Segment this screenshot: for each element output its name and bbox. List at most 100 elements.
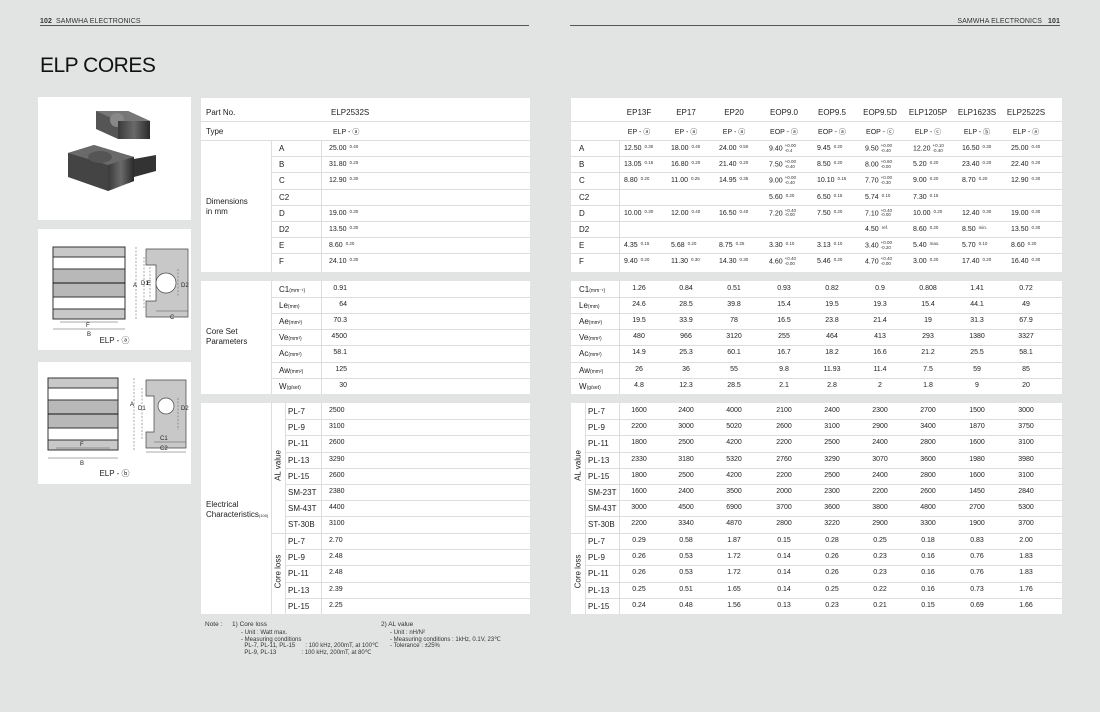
cl-value: 0.58 xyxy=(679,537,693,544)
row-divider xyxy=(585,484,1062,485)
cl-key: PL-15 xyxy=(588,601,610,611)
al-key: PL-15 xyxy=(288,471,310,481)
row-divider xyxy=(585,467,1062,469)
cl-value: 1.76 xyxy=(1019,585,1033,593)
dim-value: 8.70 0.20 xyxy=(962,176,988,185)
al-value: 2800 xyxy=(920,471,936,479)
caption-elp-a: ELP - ⓐ xyxy=(99,336,130,345)
row-divider xyxy=(271,172,530,174)
row-divider xyxy=(571,377,1062,379)
row-divider xyxy=(571,345,1062,347)
row-divider xyxy=(271,156,530,158)
core-value: 18.2 xyxy=(825,349,839,357)
part-header: EOP9.5 xyxy=(817,108,847,117)
dim-value: 9.50 +0.00 -0.40 xyxy=(865,143,893,153)
core-value: 60.1 xyxy=(727,349,741,357)
core-value: 33.9 xyxy=(679,317,693,325)
cl-value: 0.24 xyxy=(632,601,646,609)
cl-value: 0.23 xyxy=(825,601,839,609)
al-value: 2800 xyxy=(920,439,936,447)
core-value: 0.93 xyxy=(777,285,791,292)
type-value: EP - ⓐ xyxy=(674,129,698,136)
core-value: 15.4 xyxy=(921,301,935,309)
dim-label-a-b: A xyxy=(130,402,134,408)
al-value: 2500 xyxy=(824,439,840,447)
al-key: PL-7 xyxy=(588,407,605,416)
core-value: 14.9 xyxy=(632,349,646,357)
row-divider xyxy=(285,565,530,567)
row-divider xyxy=(585,549,1062,551)
core-value: 0.808 xyxy=(919,285,937,292)
al-value: 4200 xyxy=(726,439,742,447)
cl-key: PL-15 xyxy=(288,601,310,611)
dim-value: 8.80 0.20 xyxy=(624,176,650,185)
dim-value: 8.60 0.20 xyxy=(329,241,355,250)
core-value: 2.1 xyxy=(779,381,789,389)
right-electrical-block: AL value Core loss PL-7 1600 2400 4000 2100 240… xyxy=(571,403,1062,614)
dim-value: 4.35 0.15 xyxy=(624,241,650,250)
row-divider xyxy=(271,253,530,255)
cl-value: 0.26 xyxy=(825,553,839,561)
cl-value: 0.25 xyxy=(632,585,646,593)
dim-value: 19.00 0.30 xyxy=(329,208,359,217)
core-value: 39.8 xyxy=(727,301,741,309)
row-divider xyxy=(571,188,1062,190)
al-value: 3000 xyxy=(631,504,647,512)
dim-label-f: F xyxy=(86,323,90,329)
core-key: W(g/set) xyxy=(579,381,601,391)
cl-value: 1.66 xyxy=(1019,601,1033,609)
core-value: 4.8 xyxy=(634,381,644,389)
al-value: 3600 xyxy=(920,455,936,463)
al-value: 3100 xyxy=(329,423,345,431)
dim-value: 9.40 +0.00 -0.4 xyxy=(769,143,797,153)
diagram-elp-a: A D1 E D2 F B C ELP - ⓐ xyxy=(38,229,191,350)
dim-value: 7.30 0.15 xyxy=(913,192,939,201)
al-key: PL-13 xyxy=(588,455,610,465)
al-value: 2760 xyxy=(776,455,792,463)
al-key: SM-23T xyxy=(288,488,317,497)
col-divider xyxy=(271,140,272,272)
dim-value: 10.00 0.30 xyxy=(624,208,654,217)
dim-value: 12.20 +0.10 -0.40 xyxy=(913,143,944,153)
col-divider xyxy=(321,140,322,272)
dim-key: E xyxy=(279,241,285,251)
dim-key: D2 xyxy=(579,225,590,234)
dim-value: 7.20 +0.40 -0.00 xyxy=(769,207,797,218)
al-value: 2200 xyxy=(872,488,888,495)
cl-value: 0.28 xyxy=(825,537,839,544)
core-value: 9 xyxy=(975,381,979,389)
al-key: SM-43T xyxy=(288,504,317,514)
al-value: 3070 xyxy=(872,455,888,463)
dim-key: E xyxy=(579,241,585,251)
core-value: 44.1 xyxy=(970,301,984,309)
dim-value: 5.74 0.10 xyxy=(865,192,891,201)
al-value: 5300 xyxy=(1018,504,1034,512)
dim-key: C xyxy=(579,176,585,186)
core-value: 19.3 xyxy=(873,301,887,309)
row-divider xyxy=(285,597,530,599)
part-header: EP17 xyxy=(676,108,696,117)
dim-value: 4.70 +0.40 -0.00 xyxy=(865,256,893,266)
col-divider xyxy=(271,403,272,614)
cl-value: 0.76 xyxy=(970,553,984,561)
core-value: 16.6 xyxy=(873,349,887,357)
al-value: 1450 xyxy=(969,488,985,495)
row-divider xyxy=(271,329,530,331)
core-value: 480 xyxy=(633,333,645,341)
dim-value: 5.46 0.20 xyxy=(817,257,843,266)
dim-value: 13.50 0.30 xyxy=(329,225,359,233)
cl-value: 0.25 xyxy=(873,537,887,544)
al-value: 2840 xyxy=(1018,488,1034,495)
part-header: EOP9.0 xyxy=(769,108,799,117)
cl-value: 0.18 xyxy=(921,537,935,544)
al-value: 1600 xyxy=(969,471,985,479)
core-value: 3327 xyxy=(1018,333,1034,341)
dim-key: B xyxy=(579,160,585,170)
dim-value: 12.90 0.30 xyxy=(1011,176,1041,185)
core-key: Ae(mm²) xyxy=(279,317,303,327)
core-value: 21.4 xyxy=(873,317,887,325)
core-key: Ve(mm³) xyxy=(579,333,602,343)
al-value: 1600 xyxy=(969,439,985,447)
row-divider xyxy=(201,140,530,141)
dim-key: A xyxy=(579,144,585,153)
